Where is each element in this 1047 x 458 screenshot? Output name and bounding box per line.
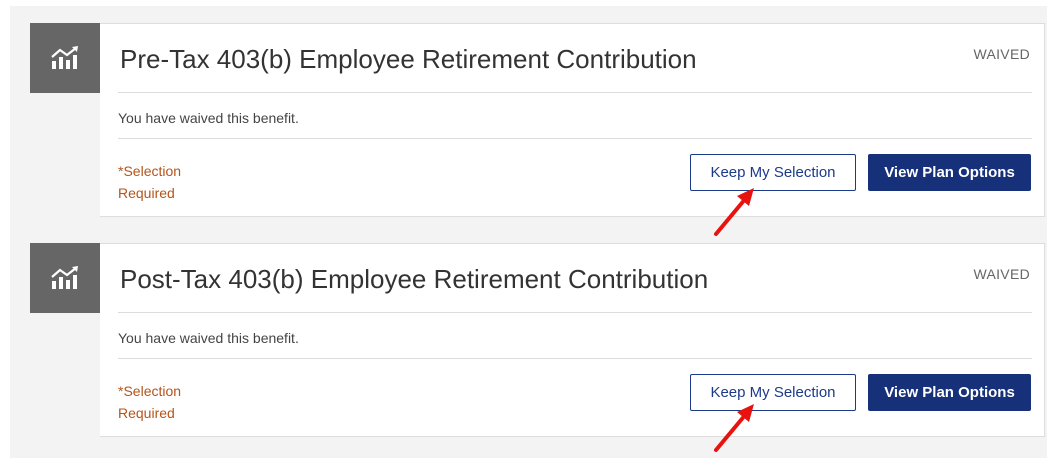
required-line1: Selection: [123, 163, 182, 179]
required-line2: Required: [118, 405, 175, 421]
view-plan-options-button[interactable]: View Plan Options: [868, 154, 1031, 191]
divider: [118, 358, 1032, 359]
required-line2: Required: [118, 185, 175, 201]
annotation-arrow-icon: [714, 404, 754, 452]
view-plan-options-button[interactable]: View Plan Options: [868, 374, 1031, 411]
chart-growth-icon: [30, 243, 100, 313]
selection-required-note: *Selection Required: [118, 380, 181, 424]
status-badge: WAIVED: [973, 46, 1030, 62]
card-title: Post-Tax 403(b) Employee Retirement Cont…: [120, 264, 709, 294]
benefit-card-posttax: Post-Tax 403(b) Employee Retirement Cont…: [100, 243, 1045, 437]
card-description: You have waived this benefit.: [118, 110, 299, 126]
annotation-arrow-icon: [714, 188, 754, 236]
card-title: Pre-Tax 403(b) Employee Retirement Contr…: [120, 44, 697, 74]
benefit-card-pretax: Pre-Tax 403(b) Employee Retirement Contr…: [100, 23, 1045, 217]
divider: [118, 92, 1032, 93]
required-line1: Selection: [123, 383, 182, 399]
divider: [118, 312, 1032, 313]
selection-required-note: *Selection Required: [118, 160, 181, 204]
card-description: You have waived this benefit.: [118, 330, 299, 346]
divider: [118, 138, 1032, 139]
status-badge: WAIVED: [973, 266, 1030, 282]
chart-growth-icon: [30, 23, 100, 93]
